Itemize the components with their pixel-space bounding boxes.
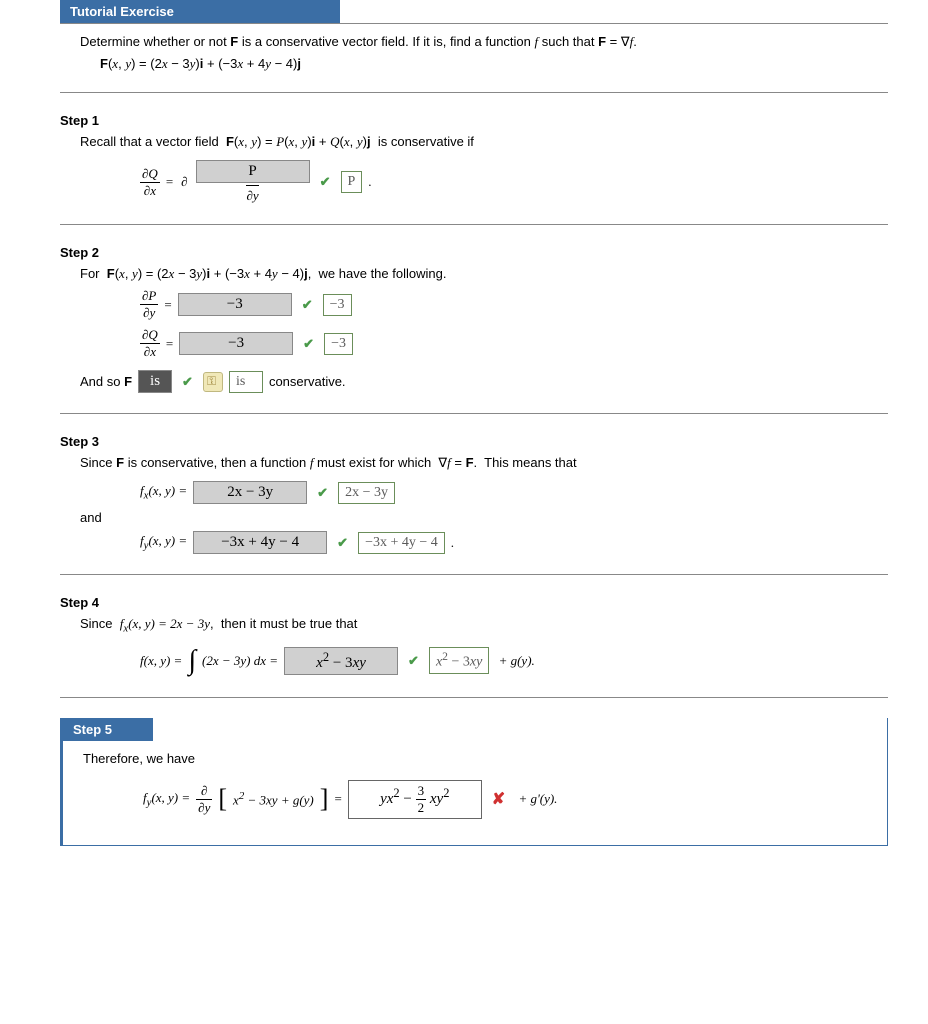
step2-is-input[interactable]: is — [138, 370, 172, 393]
step-3: Step 3 Since F is conservative, then a f… — [60, 434, 888, 554]
step2-dq-correct: −3 — [324, 333, 353, 355]
dq-dx-label: ∂Q ∂x — [140, 166, 160, 199]
key-icon[interactable] — [203, 372, 223, 392]
step4-tail: + g(y). — [495, 653, 534, 669]
integral-icon: ∫ — [188, 645, 196, 677]
d-dy-operator: ∂ ∂y — [196, 783, 212, 816]
step5-bracket-expr: x2 − 3xy + g(y) — [233, 790, 314, 808]
step3-fx-correct: 2x − 3y — [338, 482, 395, 504]
step-1-text: Recall that a vector field F(x, y) = P(x… — [80, 134, 888, 150]
prompt-text: Determine whether or not F is a conserva… — [80, 34, 888, 50]
step-5-text: Therefore, we have — [83, 751, 887, 766]
step4-integrand: (2x − 3y) dx = — [202, 653, 278, 669]
tutorial-exercise-header: Tutorial Exercise — [60, 0, 340, 23]
check-icon: ✔ — [302, 297, 313, 313]
step4-lhs: f(x, y) = — [140, 653, 182, 669]
step4-correct: x2 − 3xy — [429, 647, 489, 674]
step-2-text: For F(x, y) = (2x − 3y)i + (−3x + 4y − 4… — [80, 266, 888, 282]
left-bracket-icon: [ — [218, 784, 227, 814]
step1-answer-input[interactable]: P — [196, 160, 310, 183]
step-1: Step 1 Recall that a vector field F(x, y… — [60, 113, 888, 204]
step-4-text: Since fx(x, y) = 2x − 3y, then it must b… — [80, 616, 888, 635]
dp-dy-label: ∂P ∂y — [140, 288, 158, 321]
check-icon: ✔ — [320, 174, 331, 190]
step-5-title: Step 5 — [63, 718, 153, 741]
prompt-equation: F(x, y) = (2x − 3y)i + (−3x + 4y − 4)j — [80, 56, 888, 72]
step2-conclusion-post: conservative. — [269, 374, 346, 389]
exercise-prompt: Determine whether or not F is a conserva… — [60, 34, 888, 72]
step-3-text: Since F is conservative, then a function… — [80, 455, 888, 471]
right-bracket-icon: ] — [320, 784, 329, 814]
step2-dp-correct: −3 — [323, 294, 352, 316]
step2-dq-input[interactable]: −3 — [179, 332, 293, 355]
dq-dx-label-2: ∂Q ∂x — [140, 327, 160, 360]
step3-fx-input[interactable]: 2x − 3y — [193, 481, 307, 504]
d-dy-denom: ∂y — [246, 185, 258, 204]
step-1-title: Step 1 — [60, 113, 888, 128]
x-icon: ✘ — [492, 789, 505, 809]
step5-lhs: fy(x, y) = — [143, 790, 190, 809]
step3-fy-correct: −3x + 4y − 4 — [358, 532, 445, 554]
d-dy-label: ∂ — [179, 174, 189, 191]
step5-answer-input[interactable]: yx2 − 32 xy2 — [348, 780, 482, 819]
step-3-title: Step 3 — [60, 434, 888, 449]
check-icon: ✔ — [317, 485, 328, 501]
step2-dp-input[interactable]: −3 — [178, 293, 292, 316]
step4-answer-input[interactable]: x2 − 3xy — [284, 647, 398, 675]
fy-label: fy(x, y) = — [140, 533, 187, 552]
check-icon: ✔ — [182, 374, 193, 390]
step2-conclusion-pre: And so F — [80, 374, 132, 389]
fx-label: fx(x, y) = — [140, 483, 187, 502]
step-2: Step 2 For F(x, y) = (2x − 3y)i + (−3x +… — [60, 245, 888, 393]
check-icon: ✔ — [303, 336, 314, 352]
step-5: Step 5 Therefore, we have fy(x, y) = ∂ ∂… — [60, 718, 888, 846]
step-2-title: Step 2 — [60, 245, 888, 260]
step-4-title: Step 4 — [60, 595, 888, 610]
step2-is-correct: is — [229, 371, 263, 393]
check-icon: ✔ — [408, 653, 419, 669]
step1-correct-answer: P — [341, 171, 363, 193]
step5-tail: + g'(y). — [515, 791, 557, 807]
step3-fy-input[interactable]: −3x + 4y − 4 — [193, 531, 327, 554]
step-4: Step 4 Since fx(x, y) = 2x − 3y, then it… — [60, 595, 888, 677]
step3-and: and — [80, 510, 888, 525]
check-icon: ✔ — [337, 535, 348, 551]
